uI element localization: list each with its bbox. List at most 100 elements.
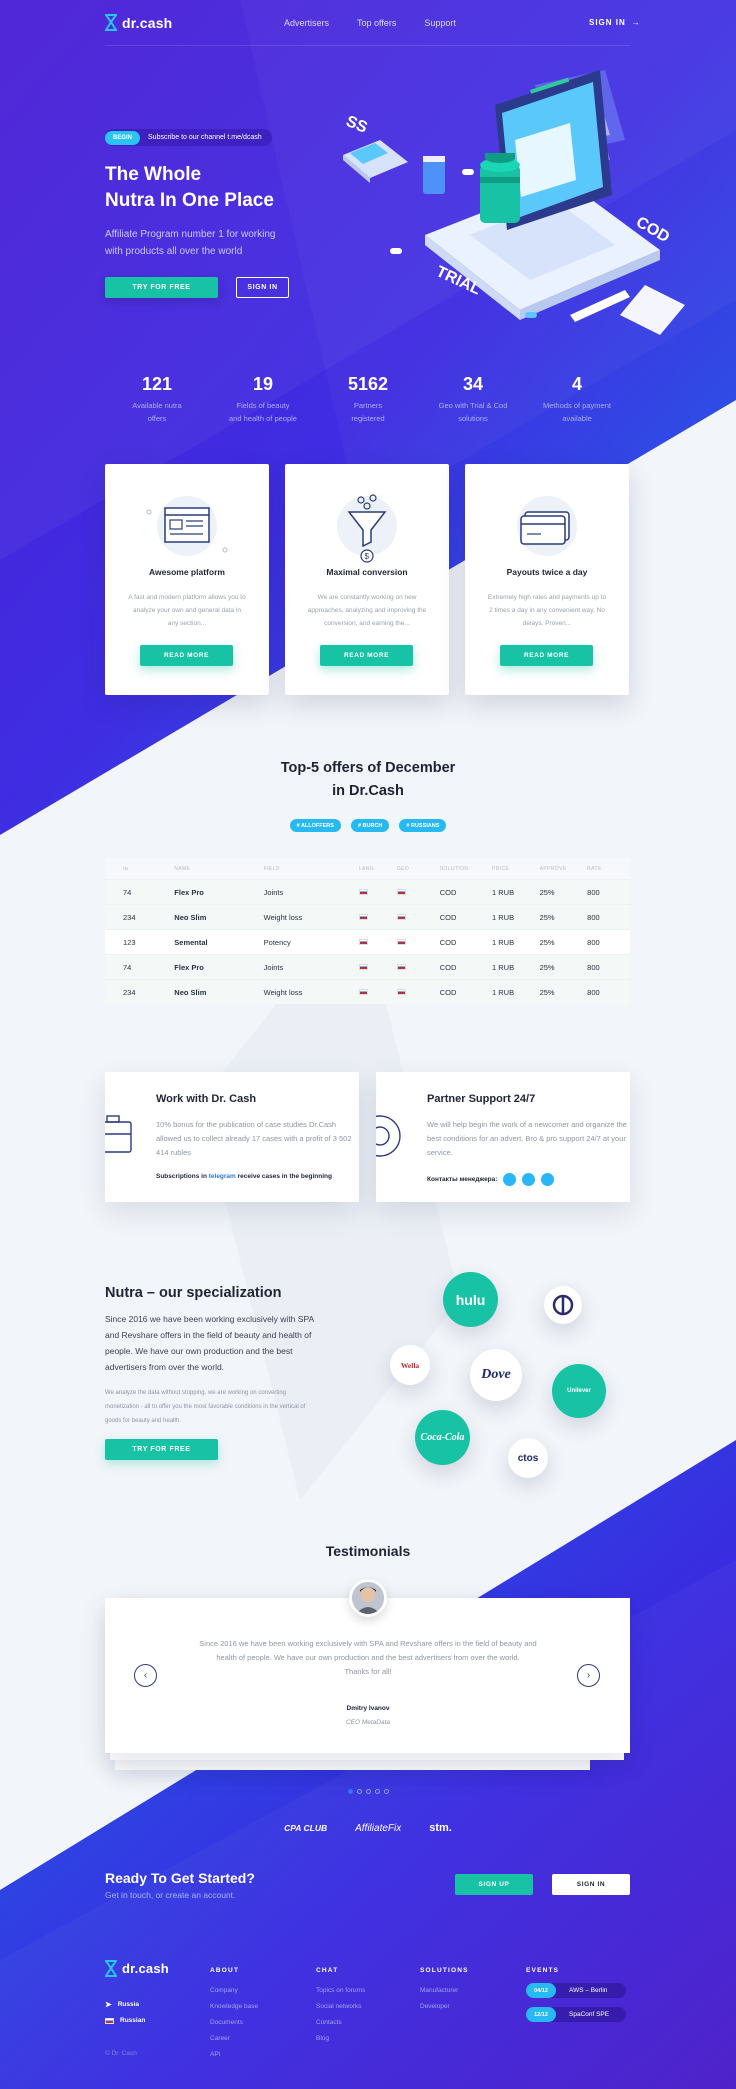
prev-testimonial-button[interactable]: ‹	[134, 1664, 157, 1687]
column-header-approve[interactable]: APPROVE	[540, 866, 588, 872]
footer-link-knowledge-base[interactable]: Knowledge base	[210, 1999, 258, 2015]
footer-link-forums[interactable]: Topics on forums	[316, 1983, 365, 1999]
carousel-dot[interactable]	[356, 1789, 362, 1794]
column-header-price[interactable]: PRICE	[492, 866, 540, 872]
footer-link-manufacturer[interactable]: Manufacturer	[420, 1983, 469, 1999]
table-row[interactable]: 74 Flex Pro Joints COD 1 RUB 25% 800	[105, 879, 630, 904]
logo[interactable]: dr.cash	[105, 14, 172, 31]
nav-support[interactable]: Support	[424, 18, 456, 28]
cell-approve: 25%	[539, 987, 555, 997]
footer-logo[interactable]: dr.cash	[105, 1960, 169, 1977]
read-more-button[interactable]: READ MORE	[500, 645, 593, 666]
cell-id: 234	[123, 987, 136, 997]
copyright: © Dr. Cash	[105, 2050, 137, 2057]
carousel-dot[interactable]	[383, 1789, 389, 1794]
russia-flag-icon	[358, 888, 368, 895]
country-selector[interactable]: ➤ Russia	[105, 2000, 139, 2009]
work-with-drcash-box: Work with Dr. Cash 10% bonus for the pub…	[105, 1072, 359, 1202]
briefcase-icon	[105, 1115, 132, 1153]
offers-title-line2: in Dr.Cash	[332, 783, 404, 799]
footer-link-company[interactable]: Company	[210, 1983, 258, 1999]
telegram-link[interactable]: telegram	[209, 1173, 236, 1180]
tag-russians[interactable]: # RUSSIANS	[399, 819, 447, 832]
cell-field: Weight loss	[263, 987, 303, 997]
footer-link-contacts[interactable]: Contacts	[316, 2015, 365, 2031]
footer-link-developer[interactable]: Developer	[420, 1999, 469, 2015]
table-row[interactable]: 123 Semental Potency COD 1 RUB 25% 800	[105, 929, 630, 954]
footer-link-career[interactable]: Career	[210, 2031, 258, 2047]
stats-row: 121 Available nutra offers 19 Fields of b…	[0, 374, 736, 424]
hero-title-line2: Nutra In One Place	[105, 190, 274, 211]
table-row[interactable]: 74 Flex Pro Joints COD 1 RUB 25% 800	[105, 954, 630, 979]
avatar	[349, 1579, 387, 1617]
country-label: Russia	[117, 2001, 140, 2008]
column-header-geo[interactable]: GEO	[397, 866, 440, 872]
russia-flag-icon	[358, 963, 368, 970]
stat-value: 19	[252, 374, 274, 394]
read-more-button[interactable]: READ MORE	[140, 645, 233, 666]
brand-unilever-logo: Unilever	[552, 1364, 606, 1418]
stat-partners: 5162 Partners registered	[313, 374, 423, 425]
signup-button[interactable]: SIGN UP	[455, 1874, 533, 1895]
hero-subtitle-line1: Affiliate Program number 1 for working	[105, 229, 276, 240]
read-more-button[interactable]: READ MORE	[320, 645, 413, 666]
cell-id: 74	[123, 887, 132, 897]
cell-solution: COD	[439, 962, 457, 972]
footer-link-api[interactable]: API	[210, 2047, 258, 2063]
cell-geo	[396, 913, 440, 922]
cell-name: Neo Slim	[174, 912, 207, 922]
header-signin-link[interactable]: SIGN IN →	[589, 18, 641, 27]
carousel-dot[interactable]	[365, 1789, 371, 1794]
nutra-try-button[interactable]: TRY FOR FREE	[105, 1439, 218, 1460]
column-header-id[interactable]: №	[105, 866, 156, 872]
telegram-icon[interactable]	[503, 1173, 517, 1186]
cell-price: 1 RUB	[492, 887, 515, 897]
chip-badge: BEGIN	[105, 130, 141, 145]
cell-solution: COD	[439, 912, 457, 922]
cell-id: 74	[123, 962, 132, 972]
nav-top-offers[interactable]: Top offers	[357, 18, 396, 28]
table-row[interactable]: 234 Neo Slim Weight loss COD 1 RUB 25% 8…	[105, 904, 630, 929]
cell-lang	[358, 913, 397, 922]
column-header-name[interactable]: NAME	[156, 866, 245, 872]
nav-advertisers[interactable]: Advertisers	[284, 18, 329, 28]
skype-icon[interactable]	[522, 1173, 536, 1186]
cell-geo	[396, 963, 440, 972]
testimonial-thanks: Thanks for all!	[344, 1667, 392, 1676]
partner-cpaclub-logo: CPA CLUB	[284, 1823, 328, 1833]
nutra-title: Nutra – our specialization	[105, 1285, 282, 1301]
next-testimonial-button[interactable]: ›	[577, 1664, 600, 1687]
tag-burch[interactable]: # BURCH	[350, 819, 390, 832]
telegram-subscribe-chip[interactable]: BEGIN Subscribe to our channel t.me/dcas…	[105, 129, 272, 146]
column-header-field[interactable]: FIELD	[246, 866, 359, 872]
footer-link-documents[interactable]: Documents	[210, 2015, 258, 2031]
event-item[interactable]: 12/12 SpaConf SPE	[526, 2007, 626, 2022]
carousel-dot[interactable]	[374, 1789, 380, 1794]
footer-link-social[interactable]: Social networks	[316, 1999, 365, 2015]
cell-name: Flex Pro	[174, 887, 204, 897]
column-header-lang[interactable]: LANG	[359, 866, 397, 872]
table-row[interactable]: 234 Neo Slim Weight loss COD 1 RUB 25% 8…	[105, 979, 630, 1004]
carousel-dot[interactable]	[347, 1789, 353, 1794]
tag-alloffers[interactable]: # ALLOFFERS	[289, 819, 341, 832]
credit-card-icon	[517, 496, 577, 556]
support-text: We will help begin the work of a newcome…	[427, 1120, 627, 1157]
language-selector[interactable]: Russian	[105, 2017, 145, 2024]
hero-signin-button[interactable]: SIGN IN	[236, 277, 289, 298]
cta-signin-button[interactable]: SIGN IN	[552, 1874, 630, 1895]
hero-try-button[interactable]: TRY FOR FREE	[105, 277, 218, 298]
footer-column-title: SOLUTIONS	[420, 1967, 469, 1974]
cell-solution: COD	[439, 887, 457, 897]
chip-text: Subscribe to our channel t.me/dcash	[148, 134, 262, 141]
cell-field: Weight loss	[263, 912, 303, 922]
testimonial-role: CEO MetaData	[345, 1719, 391, 1726]
brand-wella-logo: Wella	[390, 1345, 430, 1385]
column-header-solution[interactable]: SOLUTION	[440, 866, 492, 872]
footer-link-blog[interactable]: Blog	[316, 2031, 365, 2047]
email-icon[interactable]	[540, 1173, 554, 1186]
cell-approve: 25%	[539, 937, 555, 947]
feature-card-payouts: Payouts twice a day Extremely high rates…	[465, 464, 629, 695]
column-header-rate[interactable]: RATE	[587, 866, 630, 872]
cell-name: Semental	[174, 937, 208, 947]
event-item[interactable]: 04/12 AWS – Berlin	[526, 1983, 626, 1998]
